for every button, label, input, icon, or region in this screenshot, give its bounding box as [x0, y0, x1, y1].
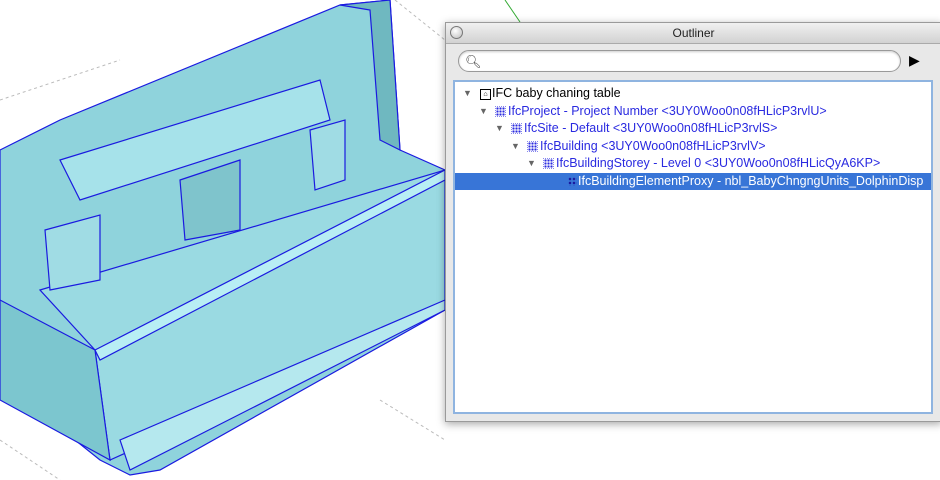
model-icon: ⌂ [480, 89, 491, 100]
tree-item-label: IfcBuilding <3UY0Woo0n08fHLicP3rvlV> [540, 138, 766, 153]
tree-item-label: IfcBuildingElementProxy - nbl_BabyChngng… [578, 173, 924, 188]
expand-triangle-icon[interactable]: ▼ [479, 103, 488, 120]
search-icon: 🔍︎ [465, 54, 482, 69]
outliner-titlebar[interactable]: Outliner [446, 23, 940, 44]
outliner-tree[interactable]: ▼ ⌂ IFC baby chaning table ▼ IfcProject - Pr… [453, 80, 933, 414]
tree-item[interactable]: IfcBuildingElementProxy - nbl_BabyChngng… [455, 172, 931, 190]
expand-triangle-icon[interactable]: ▼ [527, 155, 536, 172]
group-icon [495, 105, 506, 117]
outliner-title: Outliner [672, 26, 715, 40]
baby-changing-table-model [0, 0, 446, 476]
group-icon [511, 123, 522, 134]
tree-item[interactable]: ▼ ⌂ IFC baby chaning table [455, 85, 931, 102]
expand-triangle-icon[interactable]: ▼ [511, 138, 520, 155]
tree-item[interactable]: ▼ IfcBuildingStorey - Level 0 <3UY0Woo0n0… [455, 155, 931, 172]
outliner-panel: Outliner 🔍︎ ▶ ▼ ⌂ IFC baby chaning table ▼ I… [445, 22, 940, 422]
search-field[interactable]: 🔍︎ [458, 50, 901, 72]
details-arrow-icon[interactable]: ▶ [909, 52, 923, 68]
tree-item-label: IfcProject - Project Number <3UY0Woo0n08… [508, 103, 827, 118]
tree-item-label: IFC baby chaning table [492, 86, 621, 100]
close-icon[interactable] [450, 26, 463, 39]
tree-item[interactable]: ▼ IfcSite - Default <3UY0Woo0n08fHLicP3rv… [455, 120, 931, 137]
expand-triangle-icon[interactable]: ▼ [463, 85, 472, 102]
tree-item-label: IfcBuildingStorey - Level 0 <3UY0Woo0n08… [556, 156, 881, 170]
component-icon [568, 176, 577, 186]
group-icon [543, 158, 554, 169]
group-icon [527, 140, 538, 152]
expand-triangle-icon[interactable]: ▼ [495, 120, 504, 137]
green-axis [504, 0, 521, 23]
tree-item-label: IfcSite - Default <3UY0Woo0n08fHLicP3rvl… [524, 121, 778, 135]
tree-item[interactable]: ▼ IfcProject - Project Number <3UY0Woo0n0… [455, 103, 931, 120]
search-input[interactable] [481, 53, 895, 71]
tree-item[interactable]: ▼ IfcBuilding <3UY0Woo0n08fHLicP3rvlV> [455, 138, 931, 155]
